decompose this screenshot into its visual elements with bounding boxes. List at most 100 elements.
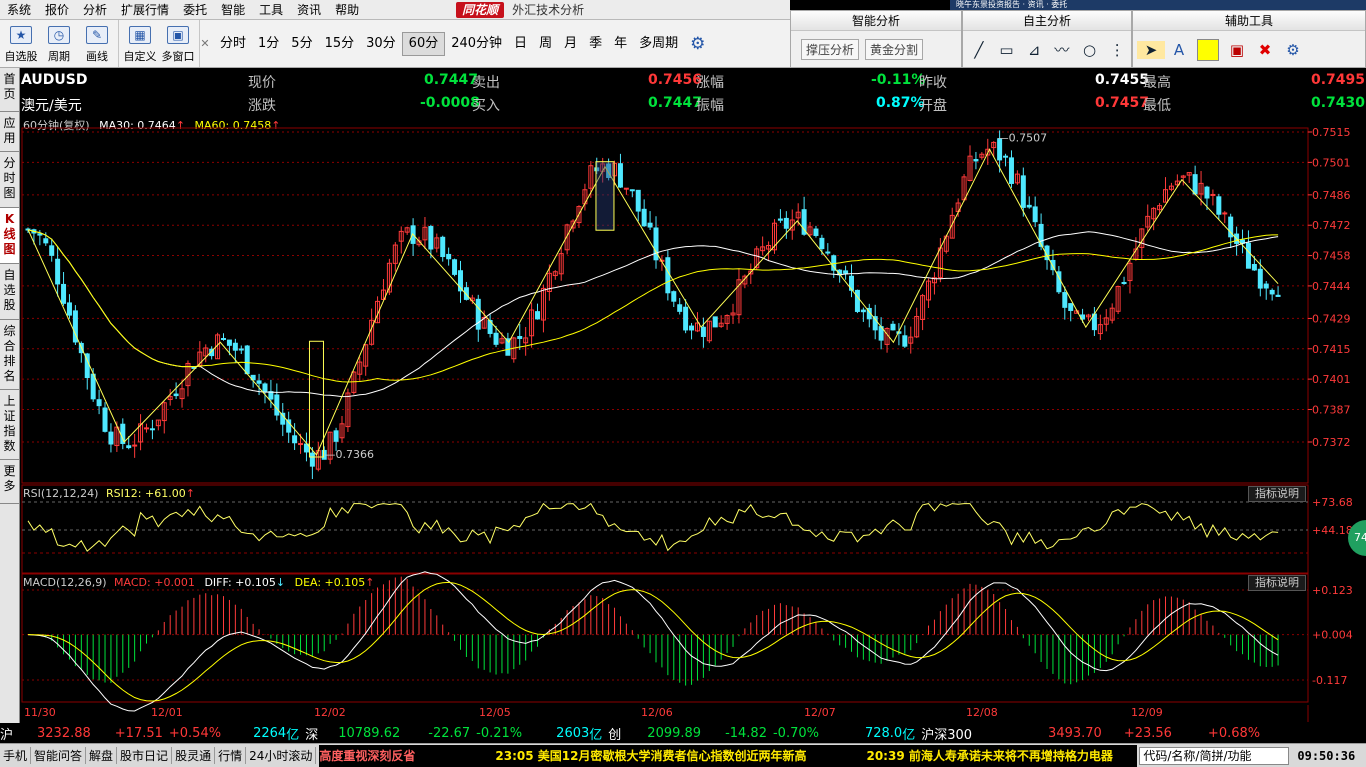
wave-tool-icon[interactable]: 〰	[1048, 39, 1076, 60]
circle-tool-icon[interactable]: ○	[1076, 41, 1104, 59]
candle-body	[469, 297, 475, 302]
candle-body	[339, 423, 345, 439]
ma60-label: MA60: 0.7458	[194, 119, 272, 132]
cursor-icon[interactable]: ➤	[1137, 40, 1165, 59]
top-news-strip[interactable]: 晓午东景投资报告 · 资讯 · 委托	[950, 0, 1366, 10]
support-resistance-button[interactable]: 撑压分析	[801, 39, 860, 60]
menu-news[interactable]: 资讯	[290, 0, 328, 20]
candle-body	[49, 245, 55, 256]
sidebar-tab-apps[interactable]: 应用	[0, 112, 19, 152]
status-gulingtong[interactable]: 股灵通	[172, 747, 216, 764]
candle-body	[256, 380, 262, 384]
candle-body	[653, 227, 659, 261]
float-badge[interactable]: 74	[1348, 520, 1366, 556]
window-title: 外汇技术分析	[512, 3, 585, 17]
color-swatch[interactable]	[1197, 38, 1219, 61]
status-mobile[interactable]: 手机	[0, 747, 32, 764]
ma60-arrow: ↑	[271, 119, 281, 132]
period-multi[interactable]: 多周期	[633, 33, 684, 55]
period-1m[interactable]: 1分	[252, 33, 285, 55]
status-qa[interactable]: 智能问答	[31, 747, 87, 764]
high-marker-box	[595, 161, 615, 231]
menu-quote[interactable]: 报价	[38, 0, 76, 20]
candle-body	[1263, 283, 1269, 289]
toolbar-close-icon[interactable]: ✕	[200, 20, 210, 67]
menu-trade[interactable]: 委托	[176, 0, 214, 20]
candle-body	[659, 259, 665, 262]
sidebar-tab-more[interactable]: 更多	[0, 460, 19, 504]
candle-body	[1115, 286, 1121, 312]
period-year[interactable]: 年	[608, 33, 633, 55]
delete-drawing-icon[interactable]: ✖	[1251, 41, 1279, 59]
candle-body	[392, 244, 398, 264]
sidebar-tab-home[interactable]: 首页	[0, 68, 19, 112]
status-diary[interactable]: 股市日记	[117, 747, 173, 764]
sidebar-tab-kline[interactable]: K线图	[0, 208, 19, 264]
period-30m[interactable]: 30分	[360, 33, 402, 55]
sidebar-tab-watchlist[interactable]: 自选股	[0, 264, 19, 320]
text-tool-icon[interactable]: A	[1165, 41, 1193, 59]
menu-analysis[interactable]: 分析	[76, 0, 114, 20]
low-label: 最低	[1143, 98, 1171, 114]
period-5m[interactable]: 5分	[285, 33, 318, 55]
period-15m[interactable]: 15分	[319, 33, 361, 55]
candle-body	[505, 338, 511, 356]
sidebar-tab-sh-index[interactable]: 上证指数	[0, 390, 19, 460]
rect-tool-icon[interactable]: ▭	[993, 41, 1021, 59]
news-ticker[interactable]: 高度重视深刻反省 23:05 美国12月密歇根大学消费者信心指数创近两年新高 2…	[319, 744, 1138, 767]
ray-tool-icon[interactable]: ⊿	[1020, 41, 1048, 59]
price-axis-label: 0.7401	[1312, 373, 1351, 386]
code-search-input[interactable]: 代码/名称/简拼/功能	[1139, 746, 1290, 765]
sidebar-tab-timeshare[interactable]: 分时图	[0, 152, 19, 208]
period-month[interactable]: 月	[558, 33, 583, 55]
ma30-line	[27, 229, 1279, 398]
candle-body	[1014, 173, 1020, 184]
menu-smart[interactable]: 智能	[214, 0, 252, 20]
sidebar-tab-ranking[interactable]: 综合排名	[0, 320, 19, 390]
menu-tools[interactable]: 工具	[252, 0, 290, 20]
aux-settings-gear-icon[interactable]: ⚙	[1279, 41, 1307, 59]
save-drawing-icon[interactable]: ▣	[1223, 41, 1251, 59]
status-24h[interactable]: 24小时滚动	[246, 747, 317, 764]
draw-button[interactable]: ✎ 画线	[78, 20, 116, 67]
candle-body	[683, 306, 689, 331]
symbol-name: 澳元/美元	[21, 98, 82, 114]
period-day[interactable]: 日	[508, 33, 533, 55]
menu-system[interactable]: 系统	[0, 0, 38, 20]
candle-body	[1109, 307, 1115, 321]
custom-button[interactable]: ▦ 自定义	[121, 20, 159, 67]
idx-cy-value: 2099.89	[647, 725, 702, 741]
candle-body	[511, 337, 517, 360]
low-value: 0.7430	[1311, 95, 1366, 111]
smart-analysis-panel: 智能分析 撑压分析 黄金分割	[790, 10, 962, 68]
line-tool-icon[interactable]: ╱	[965, 41, 993, 59]
candle-body	[807, 226, 813, 236]
status-quote[interactable]: 行情	[215, 747, 247, 764]
period-settings-gear-icon[interactable]: ⚙	[690, 34, 705, 54]
period-fenshi[interactable]: 分时	[214, 33, 252, 55]
period-60m[interactable]: 60分	[401, 31, 446, 56]
candle-body	[706, 320, 712, 342]
menu-help[interactable]: 帮助	[328, 0, 366, 20]
news-item-1[interactable]: 23:05 美国12月密歇根大学消费者信心指数创近两年新高	[495, 747, 806, 764]
period-button[interactable]: ◷ 周期	[40, 20, 78, 67]
candle-body	[487, 319, 493, 334]
news-headline[interactable]: 高度重视深刻反省	[319, 747, 415, 764]
status-jiepan[interactable]: 解盘	[86, 747, 118, 764]
period-240m[interactable]: 240分钟	[445, 33, 508, 55]
news-item-2[interactable]: 20:39 前海人寿承诺未来将不再增持格力电器	[866, 747, 1112, 764]
more-tools-icon[interactable]: ⋮	[1103, 41, 1131, 59]
prev-close-value: 0.7455	[1095, 72, 1150, 88]
macd-explain-button[interactable]: 指标说明	[1248, 575, 1306, 591]
menu-extended[interactable]: 扩展行情	[114, 0, 176, 20]
multiwindow-button[interactable]: ▣ 多窗口	[159, 20, 197, 67]
golden-section-button[interactable]: 黄金分割	[865, 39, 924, 60]
watchlist-button[interactable]: ★ 自选股	[2, 20, 40, 67]
candle-body	[457, 270, 463, 292]
quote-panel: AUDUSD 澳元/美元 现价 0.7447 卖出 0.7456 涨幅 -0.1…	[21, 68, 1366, 116]
candle-body	[1174, 180, 1180, 186]
candle-body	[730, 312, 736, 316]
period-week[interactable]: 周	[533, 33, 558, 55]
rsi-explain-button[interactable]: 指标说明	[1248, 486, 1306, 502]
period-quarter[interactable]: 季	[583, 33, 608, 55]
